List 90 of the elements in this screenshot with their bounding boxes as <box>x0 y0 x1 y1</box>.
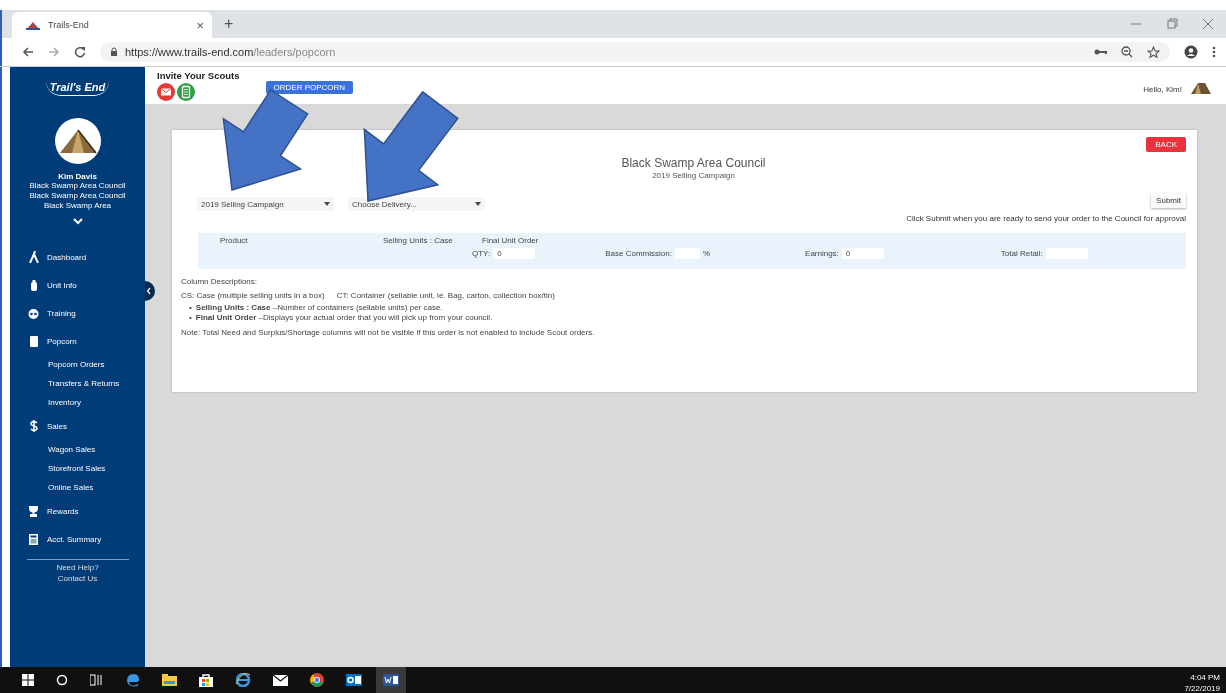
reload-icon[interactable] <box>74 46 86 58</box>
council-title: Black Swamp Area Council <box>620 156 767 170</box>
nav-item[interactable]: Sales <box>10 412 145 440</box>
url-text: https://www.trails-end.com/leaders/popcorn <box>125 46 336 58</box>
descriptions-heading: Column Descriptions: <box>181 277 259 286</box>
calculator-icon <box>29 533 38 545</box>
bottle-icon <box>30 279 37 291</box>
nav-item[interactable]: Acct. Summary <box>10 525 145 553</box>
star-icon[interactable] <box>1147 45 1160 59</box>
search-icon[interactable] <box>56 674 68 686</box>
bullet-mark: • <box>189 313 192 323</box>
zoom-out-icon[interactable] <box>1121 46 1133 58</box>
user-name: Kim Davis <box>58 172 97 181</box>
caret-icon <box>324 202 330 206</box>
dropdown[interactable]: Choose Delivery... <box>348 197 485 211</box>
tent-favicon-icon <box>26 20 40 30</box>
field-label: Earnings: <box>805 249 839 258</box>
column-header: Product <box>220 236 249 245</box>
bullet-mark: • <box>189 303 192 313</box>
store-bag-icon[interactable] <box>199 673 213 687</box>
greeting-text: Hello, Kim! <box>1143 85 1182 94</box>
help-link[interactable]: Need Help? <box>56 563 99 572</box>
column-header: Selling Units : Case <box>383 236 454 245</box>
user-unit-text: Black Swamp Area <box>43 201 112 211</box>
key-icon[interactable] <box>1094 48 1107 56</box>
campaign-subtitle: 2019 Selling Campaign <box>651 171 736 180</box>
address-bar[interactable]: https://www.trails-end.com/leaders/popcorn <box>100 42 1170 62</box>
description-item: Final Unit Order –Displays your actual order that you will pick up from your council. <box>195 313 493 323</box>
submit-note: Click Submit when you are ready to send your order to the Council for approval <box>905 214 1186 223</box>
caret-icon <box>475 202 481 206</box>
nav-item[interactable]: Dashboard <box>10 243 145 271</box>
tab-close-button[interactable]: × <box>196 17 204 33</box>
back-button[interactable]: BACK <box>1146 137 1186 152</box>
user-unit-text: Black Swamp Area Council <box>29 191 126 201</box>
nav-subitem[interactable]: Wagon Sales <box>10 440 145 459</box>
logo[interactable]: Trail's End <box>45 81 110 96</box>
internet-explorer-icon[interactable] <box>235 673 251 687</box>
back-arrow-icon[interactable] <box>22 46 34 58</box>
windows-start-icon[interactable] <box>22 674 34 686</box>
abbreviation-text: CS: Case (multiple selling units in a box) <box>181 291 325 300</box>
clock-time: 4:04 PM <box>1190 672 1220 683</box>
percent-sign: % <box>702 249 711 258</box>
order-popcorn-button[interactable]: ORDER POPCORN <box>265 81 354 94</box>
mail-icon[interactable] <box>273 674 288 686</box>
user-unit-text: Black Swamp Area Council <box>29 181 126 191</box>
nav-subitem[interactable]: Online Sales <box>10 478 145 497</box>
more-menu-icon[interactable] <box>1212 46 1216 58</box>
phone-icon[interactable] <box>177 83 195 101</box>
field-label: Total Retail: <box>1000 249 1043 258</box>
lock-icon <box>110 47 118 57</box>
word-taskbar-button[interactable] <box>376 667 406 693</box>
invite-heading: Invite Your Scouts <box>157 70 240 81</box>
submit-button[interactable]: Submit <box>1151 193 1186 208</box>
nav-item[interactable]: Unit Info <box>10 271 145 299</box>
task-view-icon[interactable] <box>90 674 104 686</box>
trophy-icon <box>28 505 39 517</box>
description-item: Selling Units : Case –Number of containers (sellable units) per case. <box>195 303 443 313</box>
abbreviation-text: CT: Container (sellable unit, ie. Bag, carton, collection box/tin) <box>336 291 555 300</box>
nav-item[interactable]: Rewards <box>10 497 145 525</box>
nav-subitem[interactable]: Inventory <box>10 393 145 412</box>
profile-icon[interactable] <box>1184 45 1198 59</box>
browser-tab[interactable]: Trails-End × <box>12 12 212 38</box>
nav-item[interactable]: Popcorn <box>10 327 145 355</box>
chevron-down-icon[interactable] <box>72 218 83 225</box>
help-link[interactable]: Contact Us <box>57 574 98 583</box>
word-icon <box>383 674 399 686</box>
robot-icon <box>28 307 39 319</box>
field-label: Base Commission: <box>605 249 672 258</box>
column-header: Final Unit Order <box>482 236 539 245</box>
folder-icon[interactable] <box>162 674 177 686</box>
clock-date: 7/22/2019 <box>1184 683 1220 693</box>
input-field[interactable]: 0 <box>841 248 884 259</box>
nav-subitem[interactable]: Popcorn Orders <box>10 355 145 374</box>
nav-subitem[interactable]: Storefront Sales <box>10 459 145 478</box>
edge-browser-icon[interactable] <box>126 673 140 687</box>
outlook-icon[interactable] <box>346 674 362 686</box>
collapse-tab-icon[interactable] <box>145 281 155 301</box>
dollar-icon <box>29 420 38 432</box>
new-tab-button[interactable]: + <box>224 15 234 33</box>
field-label: QTY: <box>472 249 491 258</box>
close-icon[interactable] <box>1202 18 1214 30</box>
nav-item[interactable]: Training <box>10 299 145 327</box>
tab-title: Trails-End <box>48 20 90 30</box>
chrome-icon[interactable] <box>310 673 324 687</box>
input-field[interactable]: 0 <box>493 248 536 259</box>
note-text: Note: Total Need and Surplus/Shortage columns will not be visible if this order is not enabled to include Scout orders. <box>181 328 596 337</box>
email-icon[interactable] <box>157 83 175 101</box>
nav-subitem[interactable]: Transfers & Returns <box>10 374 145 393</box>
bag-icon <box>29 335 38 347</box>
dropdown[interactable]: 2019 Selling Campaign <box>197 197 334 211</box>
